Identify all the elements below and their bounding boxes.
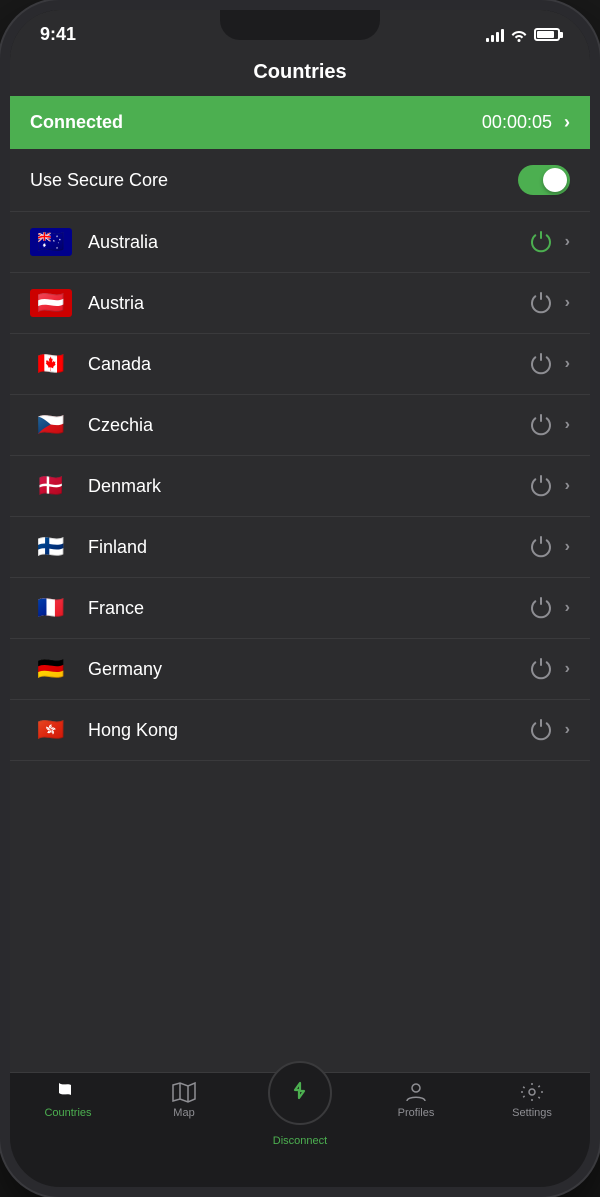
list-item[interactable]: Austria ›	[10, 273, 590, 334]
flag-de-icon	[30, 655, 72, 683]
disconnect-icon	[285, 1078, 315, 1108]
list-item[interactable]: Australia ›	[10, 212, 590, 273]
tab-profiles[interactable]: Profiles	[376, 1081, 456, 1119]
row-chevron-icon: ›	[565, 294, 570, 312]
power-button-fi[interactable]	[525, 531, 557, 563]
tab-countries[interactable]: Countries	[28, 1081, 108, 1119]
gear-icon	[519, 1081, 545, 1103]
secure-core-label: Use Secure Core	[30, 170, 168, 191]
country-name: Denmark	[88, 476, 525, 497]
list-item[interactable]: Canada ›	[10, 334, 590, 395]
tab-map-label: Map	[173, 1107, 194, 1119]
flag-cz-icon	[30, 411, 72, 439]
power-button-fr[interactable]	[525, 592, 557, 624]
flag-icon	[55, 1081, 81, 1103]
battery-icon	[534, 28, 560, 41]
flag-at-icon	[30, 289, 72, 317]
map-icon	[171, 1081, 197, 1103]
country-name: Finland	[88, 537, 525, 558]
status-icons	[486, 28, 560, 42]
connected-banner[interactable]: Connected 00:00:05 ›	[10, 96, 590, 149]
country-name: Hong Kong	[88, 720, 525, 741]
country-name: Canada	[88, 354, 525, 375]
country-name: Czechia	[88, 415, 525, 436]
country-name: Germany	[88, 659, 525, 680]
tab-profiles-label: Profiles	[398, 1107, 435, 1119]
list-item[interactable]: France ›	[10, 578, 590, 639]
power-button-dk[interactable]	[525, 470, 557, 502]
row-chevron-icon: ›	[565, 721, 570, 739]
screen: 9:41 Countries Connect	[10, 10, 590, 1187]
power-button-at[interactable]	[525, 287, 557, 319]
page-title: Countries	[253, 61, 346, 83]
tab-countries-label: Countries	[44, 1107, 91, 1119]
flag-fi-icon	[30, 533, 72, 561]
profiles-icon	[403, 1081, 429, 1103]
notch	[220, 10, 380, 40]
tab-disconnect-label: Disconnect	[273, 1135, 327, 1147]
row-chevron-icon: ›	[565, 233, 570, 251]
tab-map[interactable]: Map	[144, 1081, 224, 1119]
list-item[interactable]: Czechia ›	[10, 395, 590, 456]
disconnect-circle[interactable]	[268, 1061, 332, 1125]
nav-title-bar: Countries	[10, 53, 590, 96]
list-item[interactable]: Hong Kong ›	[10, 700, 590, 761]
status-time: 9:41	[40, 24, 76, 45]
list-item[interactable]: Germany ›	[10, 639, 590, 700]
wifi-icon	[510, 28, 528, 42]
country-name: Australia	[88, 232, 525, 253]
power-button-de[interactable]	[525, 653, 557, 685]
row-chevron-icon: ›	[565, 538, 570, 556]
country-list: Australia › Austria	[10, 212, 590, 1072]
connection-chevron-icon: ›	[564, 112, 570, 133]
tab-disconnect[interactable]: Disconnect	[260, 1061, 340, 1147]
tab-settings[interactable]: Settings	[492, 1081, 572, 1119]
flag-hk-icon	[30, 716, 72, 744]
power-button-hk[interactable]	[525, 714, 557, 746]
country-name: France	[88, 598, 525, 619]
list-item[interactable]: Denmark ›	[10, 456, 590, 517]
power-button-au[interactable]	[525, 226, 557, 258]
tab-bar: Countries Map Disconnect	[10, 1072, 590, 1187]
power-button-cz[interactable]	[525, 409, 557, 441]
country-name: Austria	[88, 293, 525, 314]
tab-settings-label: Settings	[512, 1107, 552, 1119]
connection-timer: 00:00:05	[482, 112, 552, 133]
flag-ca-icon	[30, 350, 72, 378]
row-chevron-icon: ›	[565, 660, 570, 678]
secure-core-row[interactable]: Use Secure Core	[10, 149, 590, 212]
row-chevron-icon: ›	[565, 416, 570, 434]
row-chevron-icon: ›	[565, 355, 570, 373]
list-item[interactable]: Finland ›	[10, 517, 590, 578]
flag-au-icon	[30, 228, 72, 256]
row-chevron-icon: ›	[565, 599, 570, 617]
flag-dk-icon	[30, 472, 72, 500]
row-chevron-icon: ›	[565, 477, 570, 495]
secure-core-toggle[interactable]	[518, 165, 570, 195]
connection-status-label: Connected	[30, 112, 123, 133]
signal-icon	[486, 28, 504, 42]
phone-frame: 9:41 Countries Connect	[0, 0, 600, 1197]
flag-fr-icon	[30, 594, 72, 622]
power-button-ca[interactable]	[525, 348, 557, 380]
